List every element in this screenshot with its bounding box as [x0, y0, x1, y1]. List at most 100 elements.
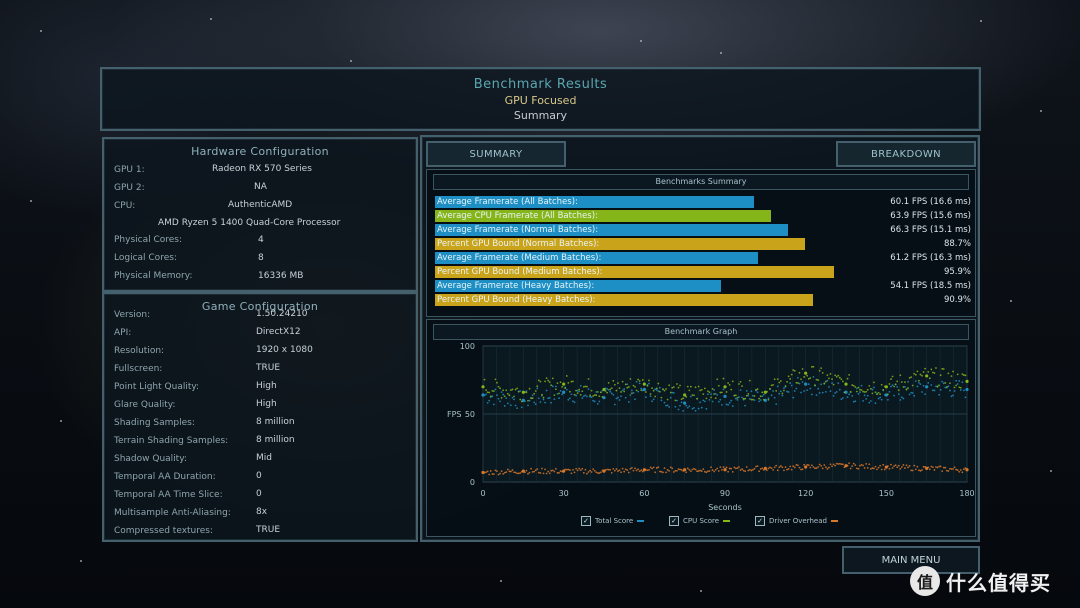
series-point — [481, 385, 485, 389]
hw-value-physical-cores: 4 — [258, 235, 264, 245]
series-dot — [933, 469, 936, 471]
series-dot — [547, 470, 550, 473]
series-dot — [897, 389, 900, 392]
series-dot — [896, 386, 899, 388]
series-dot — [626, 386, 629, 389]
series-dot — [570, 393, 573, 396]
series-dot — [584, 468, 587, 471]
summary-bar-value: 60.1 FPS (16.6 ms) — [890, 197, 971, 207]
series-dot — [680, 401, 683, 404]
series-dot — [613, 383, 616, 386]
series-dot — [668, 469, 671, 472]
series-dot — [962, 468, 965, 471]
series-dot — [725, 403, 728, 406]
series-dot — [941, 470, 944, 473]
series-dot — [666, 404, 669, 407]
series-dot — [536, 387, 539, 390]
series-dot — [727, 470, 730, 473]
series-dot — [568, 397, 571, 400]
series-dot — [586, 472, 588, 475]
series-dot — [865, 462, 868, 465]
series-dot — [961, 471, 964, 474]
series-dot — [841, 463, 844, 466]
series-dot — [559, 381, 562, 384]
series-dot — [717, 400, 720, 403]
legend-checkbox[interactable]: ✓ — [755, 516, 765, 526]
series-dot — [862, 390, 864, 393]
series-dot — [654, 388, 657, 391]
series-dot — [810, 365, 813, 368]
series-point — [804, 371, 808, 375]
series-dot — [800, 378, 802, 381]
summary-bar-value: 61.2 FPS (16.3 ms) — [890, 253, 971, 263]
series-dot — [685, 395, 688, 398]
series-dot — [541, 467, 543, 470]
series-dot — [835, 462, 838, 465]
summary-bar-value: 66.3 FPS (15.1 ms) — [890, 225, 971, 235]
tab-summary[interactable]: SUMMARY — [426, 141, 566, 167]
series-dot — [525, 391, 528, 394]
series-dot — [959, 389, 962, 391]
series-dot — [520, 400, 523, 403]
game-config-label: Compressed textures: — [114, 526, 214, 536]
series-dot — [586, 385, 588, 388]
game-config-label: Point Light Quality: — [114, 382, 200, 392]
series-dot — [494, 378, 497, 381]
series-dot — [707, 393, 709, 396]
series-dot — [657, 382, 660, 385]
series-dot — [739, 469, 742, 471]
series-dot — [654, 395, 657, 398]
series-dot — [921, 469, 923, 471]
series-dot — [575, 394, 577, 397]
series-dot — [787, 468, 790, 470]
series-dot — [651, 387, 653, 390]
series-dot — [638, 382, 641, 385]
series-dot — [486, 402, 489, 404]
series-dot — [607, 388, 610, 391]
series-dot — [882, 388, 885, 391]
series-dot — [927, 466, 930, 469]
tab-breakdown[interactable]: BREAKDOWN — [836, 141, 976, 167]
series-dot — [956, 373, 959, 376]
y-tick-label: 0 — [470, 478, 475, 487]
legend-item[interactable]: ✓ CPU Score — [669, 516, 731, 526]
series-dot — [545, 472, 548, 475]
series-dot — [497, 397, 500, 400]
legend-item[interactable]: ✓ Driver Overhead — [755, 516, 838, 526]
series-dot — [651, 467, 653, 470]
series-dot — [874, 391, 877, 394]
series-dot — [859, 391, 861, 394]
series-dot — [610, 471, 613, 474]
game-config-value: 8 million — [256, 435, 295, 445]
series-dot — [676, 399, 678, 402]
x-tick-label: 120 — [798, 489, 813, 498]
legend-item[interactable]: ✓ Total Score — [581, 516, 645, 526]
series-dot — [592, 395, 595, 397]
series-dot — [689, 385, 692, 388]
series-dot — [632, 469, 635, 472]
series-dot — [846, 464, 849, 467]
series-dot — [564, 387, 567, 390]
series-dot — [523, 400, 526, 403]
series-dot — [615, 397, 618, 400]
series-dot — [539, 472, 542, 474]
series-dot — [826, 379, 829, 382]
series-dot — [505, 471, 508, 473]
series-dot — [503, 405, 506, 407]
series-dot — [936, 466, 939, 469]
series-dot — [828, 466, 830, 469]
series-dot — [964, 374, 967, 377]
series-dot — [905, 388, 908, 391]
summary-bar-label: Average Framerate (Heavy Batches): — [437, 281, 595, 291]
series-dot — [680, 468, 683, 471]
hw-label-logical-cores: Logical Cores: — [114, 253, 177, 263]
game-config-label: Shading Samples: — [114, 418, 195, 428]
series-dot — [489, 470, 492, 472]
series-dot — [595, 391, 598, 393]
series-dot — [496, 381, 498, 384]
series-dot — [857, 393, 860, 395]
series-dot — [908, 377, 911, 379]
legend-checkbox[interactable]: ✓ — [669, 516, 679, 526]
legend-checkbox[interactable]: ✓ — [581, 516, 591, 526]
series-dot — [626, 469, 629, 472]
